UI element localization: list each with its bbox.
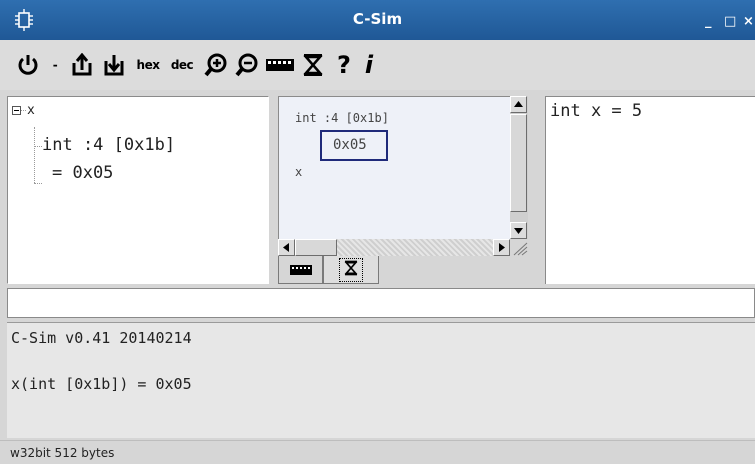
zoom-out-button[interactable] xyxy=(234,50,260,80)
window-title: C-Sim xyxy=(352,10,403,28)
memory-icon xyxy=(289,260,312,279)
zoom-in-icon xyxy=(204,53,228,77)
power-icon xyxy=(16,53,40,77)
vertical-scroll-thumb[interactable] xyxy=(510,114,527,212)
separator-button[interactable]: - xyxy=(48,50,62,80)
dec-label: dec xyxy=(170,58,194,72)
hex-label: hex xyxy=(136,58,160,72)
tree-connector xyxy=(34,127,35,183)
collapse-icon[interactable] xyxy=(12,106,21,115)
power-button[interactable] xyxy=(14,50,42,80)
tree-root-label[interactable]: x xyxy=(27,103,35,118)
view-name-label: x xyxy=(295,165,303,179)
download-icon xyxy=(103,53,125,77)
scroll-down-button[interactable] xyxy=(510,222,527,239)
close-button[interactable]: × xyxy=(743,14,754,29)
console-output: C-Sim v0.41 20140214 x(int [0x1b]) = 0x0… xyxy=(7,322,755,438)
view-value-label: 0x05 xyxy=(333,137,367,153)
info-button[interactable]: i xyxy=(360,50,378,80)
tree-type-label[interactable]: int :4 [0x1b] xyxy=(42,135,175,155)
value-box[interactable]: 0x05 xyxy=(320,130,388,161)
maximize-button[interactable]: □ xyxy=(724,14,736,29)
scroll-up-button[interactable] xyxy=(510,96,527,113)
source-code-pane[interactable]: int x = 5 xyxy=(545,96,755,284)
tree-connector xyxy=(34,183,42,184)
info-label: i xyxy=(364,51,374,79)
download-button[interactable] xyxy=(102,50,126,80)
memory-icon xyxy=(265,58,295,72)
minimize-button[interactable]: _ xyxy=(705,14,712,29)
hourglass-icon xyxy=(303,53,323,77)
tab-memory[interactable] xyxy=(278,256,323,284)
help-button[interactable]: ? xyxy=(334,50,354,80)
upload-icon xyxy=(71,53,93,77)
toolbar: - hex dec ? i xyxy=(0,40,755,90)
resize-grip-icon[interactable] xyxy=(510,239,528,256)
horizontal-scrollbar[interactable] xyxy=(278,239,510,256)
graphic-view: int :4 [0x1b] 0x05 x xyxy=(273,96,539,286)
console-line: x(int [0x1b]) = 0x05 xyxy=(11,375,192,393)
console-line: C-Sim v0.41 20140214 xyxy=(11,329,192,347)
zoom-in-button[interactable] xyxy=(203,50,229,80)
zoom-out-icon xyxy=(235,53,259,77)
tab-hourglass[interactable] xyxy=(323,256,379,284)
dec-button[interactable]: dec xyxy=(166,50,198,80)
tree-connector xyxy=(21,110,26,111)
view-canvas[interactable]: int :4 [0x1b] 0x05 x xyxy=(278,96,510,256)
horizontal-scroll-thumb[interactable] xyxy=(295,239,337,256)
tree-connector xyxy=(34,146,42,147)
status-text: w32bit 512 bytes xyxy=(10,446,115,460)
code-line: int x = 5 xyxy=(550,101,643,121)
scroll-left-button[interactable] xyxy=(278,239,295,256)
command-input[interactable] xyxy=(7,288,755,318)
title-bar: C-Sim _ □ × xyxy=(0,0,755,40)
variable-tree: x int :4 [0x1b] = 0x05 xyxy=(7,96,269,284)
hex-button[interactable]: hex xyxy=(132,50,164,80)
hourglass-button[interactable] xyxy=(300,50,326,80)
vertical-scrollbar[interactable] xyxy=(510,96,528,239)
separator-label: - xyxy=(52,58,58,72)
memory-view-button[interactable] xyxy=(264,50,296,80)
hourglass-icon xyxy=(339,257,363,282)
help-label: ? xyxy=(337,51,351,79)
scroll-right-button[interactable] xyxy=(493,239,510,256)
status-bar: w32bit 512 bytes xyxy=(0,440,755,464)
view-type-label: int :4 [0x1b] xyxy=(295,111,389,125)
upload-button[interactable] xyxy=(70,50,94,80)
tree-value-label[interactable]: = 0x05 xyxy=(52,163,113,183)
